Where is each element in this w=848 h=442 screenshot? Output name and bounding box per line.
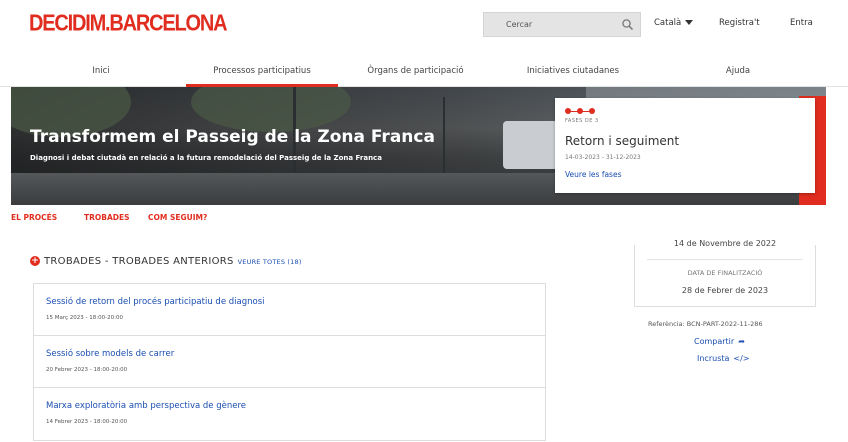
plus-circle-icon: + [30,256,40,266]
process-subtitle: Diagnosi i debat ciutadà en relació a la… [30,154,382,162]
embed-link[interactable]: Incrusta </> [697,354,750,363]
nav-item-initiatives[interactable]: Iniciatives ciutadanes [503,56,643,86]
share-label: Compartir [694,337,735,346]
code-icon: </> [733,354,750,363]
meetings-section-title: TROBADES - TROBADES ANTERIORS [44,256,234,267]
share-link[interactable]: Compartir ➦ [694,337,745,346]
phase-dates: 14-03-2023 - 31-12-2023 [565,154,641,161]
meeting-date: 15 Març 2023 - 18:00-20:00 [46,315,123,321]
process-reference: Referència: BCN-PART-2022-11-286 [648,320,763,328]
phase-title: Retorn i seguiment [565,134,680,148]
phase-steps-icon [565,108,595,114]
meetings-list: Sessió de retorn del procés participatiu… [33,283,546,441]
nav-item-home[interactable]: Inici [75,56,127,86]
caret-down-icon [685,20,694,25]
divider [647,259,803,260]
language-label: Català [654,18,682,28]
top-bar: DECIDIM.BARCELONA Català Registra't Entr… [0,0,848,54]
embed-label: Incrusta [697,354,730,363]
meeting-title[interactable]: Sessió de retorn del procés participatiu… [46,297,265,307]
search-input[interactable] [484,13,614,36]
see-all-meetings-link[interactable]: VEURE TOTES (18) [238,258,302,266]
end-date: 28 de Febrer de 2023 [681,286,769,295]
register-link[interactable]: Registra't [719,18,760,28]
subnav-meetings[interactable]: TROBADES [84,213,130,222]
login-link[interactable]: Entra [790,18,813,28]
subnav-follow-up[interactable]: COM SEGUIM? [148,213,207,222]
process-dates-box: 14 de Novembre de 2022 DATA DE FINALITZA… [634,239,816,307]
meeting-card[interactable]: Sessió sobre models de carrer 20 Febrer … [34,336,545,388]
end-date-label: DATA DE FINALITZACIÓ [687,269,763,277]
meeting-card[interactable]: Marxa exploratòria amb perspectiva de gè… [34,388,545,440]
nav-item-help[interactable]: Ajuda [714,56,762,86]
search-box[interactable] [483,12,641,37]
main-nav: Inici Processos participatius Òrgans de … [0,56,848,87]
share-arrow-icon: ➦ [738,337,745,346]
phase-card: FASES DE 3 Retorn i seguiment 14-03-2023… [555,98,815,193]
meeting-card[interactable]: Sessió de retorn del procés participatiu… [34,284,545,336]
meeting-title[interactable]: Marxa exploratòria amb perspectiva de gè… [46,401,246,411]
meeting-date: 14 Febrer 2023 - 18:00-20:00 [46,419,128,425]
process-title: Transformem el Passeig de la Zona Franca [30,127,435,147]
site-logo[interactable]: DECIDIM.BARCELONA [29,11,228,37]
phase-count-label: FASES DE 3 [565,118,599,124]
start-date: 14 de Novembre de 2022 [673,239,777,248]
see-phases-link[interactable]: Veure les fases [565,170,622,179]
meeting-title[interactable]: Sessió sobre models de carrer [46,349,174,359]
hero-background-tree [191,87,351,132]
nav-item-bodies[interactable]: Òrgans de participació [343,56,488,86]
meeting-date: 20 Febrer 2023 - 18:00-20:00 [46,367,128,373]
search-icon[interactable] [621,18,634,31]
meetings-section-header: + TROBADES - TROBADES ANTERIORS VEURE TOTE… [30,256,302,267]
nav-item-processes[interactable]: Processos participatius [186,56,338,87]
subnav-process[interactable]: EL PROCÉS [11,213,57,222]
language-selector[interactable]: Català [654,18,694,28]
